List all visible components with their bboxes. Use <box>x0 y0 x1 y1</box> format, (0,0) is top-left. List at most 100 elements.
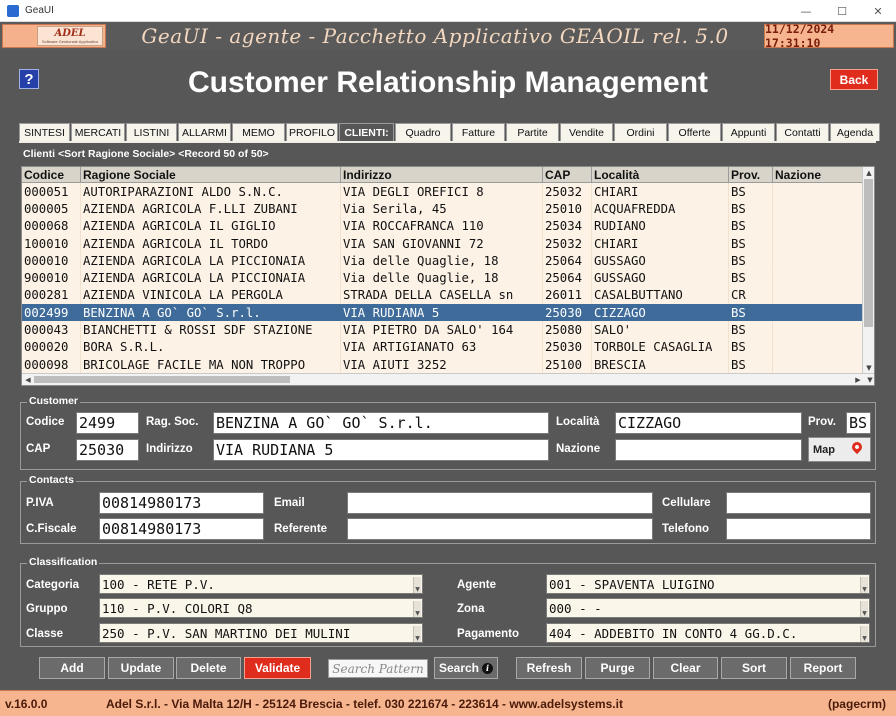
table-row[interactable]: 900010 AZIENDA AGRICOLA LA PICCIONAIA Via … <box>22 269 864 287</box>
search-label: Search <box>438 661 480 675</box>
col-header-cap[interactable]: CAP <box>543 167 592 183</box>
gruppo-select[interactable]: 110 - P.V. COLORI Q8 ▼ <box>99 598 423 618</box>
minimize-icon[interactable]: — <box>788 0 824 22</box>
email-field[interactable] <box>347 492 653 514</box>
tab-profilo[interactable]: PROFILO <box>286 123 338 141</box>
codice-field[interactable]: 2499 <box>76 412 139 434</box>
customer-legend: Customer <box>27 395 81 407</box>
tab-offerte[interactable]: Offerte <box>668 123 721 141</box>
search-pattern-input[interactable]: Search Pattern <box>328 659 428 678</box>
tab-appunti[interactable]: Appunti <box>722 123 775 141</box>
scroll-corner-down-icon[interactable]: ▼ <box>864 374 874 385</box>
categoria-select[interactable]: 100 - RETE P.V. ▼ <box>99 574 423 594</box>
prov-field[interactable]: BS <box>846 412 871 434</box>
col-header-ragione-sociale[interactable]: Ragione Sociale <box>81 167 341 183</box>
table-row[interactable]: 000010 AZIENDA AGRICOLA LA PICCIONAIA Via … <box>22 252 864 270</box>
cfiscale-field[interactable]: 00814980173 <box>99 518 264 540</box>
cell-nazione <box>773 200 864 218</box>
cell-codice: 900010 <box>22 269 81 287</box>
tab-mercati[interactable]: MERCATI <box>71 123 125 141</box>
table-row[interactable]: 000068 AZIENDA AGRICOLA IL GIGLIO VIA ROCC… <box>22 217 864 235</box>
telefono-field[interactable] <box>726 518 871 540</box>
table-row[interactable]: 000281 AZIENDA VINICOLA LA PERGOLA STRADA … <box>22 286 864 305</box>
prov-label: Prov. <box>808 416 836 428</box>
col-header-prov[interactable]: Prov. <box>729 167 773 183</box>
zona-dropdown-icon[interactable]: ▼ <box>860 601 868 617</box>
grid-vertical-scrollbar[interactable]: ▲ ▼ <box>862 167 874 373</box>
tab-vendite[interactable]: Vendite <box>560 123 613 141</box>
purge-button[interactable]: Purge <box>585 657 650 679</box>
cell-nazione <box>773 234 864 253</box>
tab-fatture[interactable]: Fatture <box>452 123 505 141</box>
table-row[interactable]: 002499 BENZINA A GO` GO` S.r.l. VIA RUDIAN… <box>22 304 864 322</box>
scroll-down-icon[interactable]: ▼ <box>863 362 874 373</box>
delete-button[interactable]: Delete <box>176 657 241 679</box>
referente-field[interactable] <box>347 518 653 540</box>
close-icon[interactable]: ✕ <box>860 0 896 22</box>
classification-legend: Classification <box>27 556 100 568</box>
refresh-button[interactable]: Refresh <box>516 657 582 679</box>
cell-prov: BS <box>729 252 773 270</box>
table-row[interactable]: 000043 BIANCHETTI & ROSSI SDF STAZIONE VIA… <box>22 321 864 339</box>
tab-allarmi[interactable]: ALLARMI <box>178 123 231 141</box>
tab-contatti[interactable]: Contatti <box>776 123 829 141</box>
scroll-up-icon[interactable]: ▲ <box>863 167 874 178</box>
agente-select[interactable]: 001 - SPAVENTA LUIGINO ▼ <box>546 574 870 594</box>
tab-underline <box>19 141 876 143</box>
col-header-codice[interactable]: Codice <box>22 167 81 183</box>
update-button[interactable]: Update <box>108 657 174 679</box>
version-label: v.16.0.0 <box>5 697 48 711</box>
maximize-icon[interactable]: ☐ <box>824 0 860 22</box>
add-button[interactable]: Add <box>39 657 105 679</box>
tab-ordini[interactable]: Ordini <box>614 123 667 141</box>
cap-label: CAP <box>26 443 51 455</box>
col-header-localita[interactable]: Località <box>592 167 729 183</box>
pagamento-select[interactable]: 404 - ADDEBITO IN CONTO 4 GG.D.C. ▼ <box>546 623 870 643</box>
table-row[interactable]: 000051 AUTORIPARAZIONI ALDO S.N.C. VIA DEG… <box>22 183 864 201</box>
tab-clienti[interactable]: CLIENTI: <box>339 123 394 141</box>
back-button[interactable]: Back <box>830 69 878 90</box>
table-row[interactable]: 000005 AZIENDA AGRICOLA F.LLI ZUBANI Via S… <box>22 200 864 218</box>
map-button[interactable]: Map <box>808 437 871 462</box>
report-button[interactable]: Report <box>790 657 856 679</box>
tab-quadro[interactable]: Quadro <box>395 123 451 141</box>
sort-button[interactable]: Sort <box>721 657 787 679</box>
zona-select[interactable]: 000 - - ▼ <box>546 598 870 618</box>
pagamento-dropdown-icon[interactable]: ▼ <box>860 626 868 642</box>
localita-field[interactable]: CIZZAGO <box>615 412 802 434</box>
search-button[interactable]: Search i <box>434 657 498 679</box>
tab-sintesi[interactable]: SINTESI <box>19 123 70 141</box>
scroll-left-icon[interactable]: ◀ <box>22 374 34 385</box>
cellulare-field[interactable] <box>726 492 871 514</box>
validate-button[interactable]: Validate <box>244 657 311 679</box>
ragsoc-field[interactable]: BENZINA A GO` GO` S.r.l. <box>213 412 549 434</box>
customer-grid[interactable]: Codice Ragione Sociale Indirizzo CAP Loc… <box>21 166 875 386</box>
scroll-thumb[interactable] <box>864 179 873 327</box>
table-row[interactable]: 000020 BORA S.R.L. VIA ARTIGIANATO 63 25030… <box>22 338 864 356</box>
tab-agenda[interactable]: Agenda <box>830 123 880 141</box>
cell-ragione-sociale: BORA S.R.L. <box>81 338 341 356</box>
table-row[interactable]: 000098 BRICOLAGE FACILE MA NON TROPPO VIA … <box>22 356 864 374</box>
gruppo-dropdown-icon[interactable]: ▼ <box>413 601 421 617</box>
tab-memo[interactable]: MEMO <box>232 123 285 141</box>
table-row[interactable]: 100010 AZIENDA AGRICOLA IL TORDO VIA SAN G… <box>22 234 864 253</box>
cap-field[interactable]: 25030 <box>76 439 139 461</box>
classe-dropdown-icon[interactable]: ▼ <box>413 626 421 642</box>
nazione-field[interactable] <box>615 439 802 461</box>
classe-select[interactable]: 250 - P.V. SAN MARTINO DEI MULINI ▼ <box>99 623 423 643</box>
cell-indirizzo: Via delle Quaglie, 18 <box>341 269 543 287</box>
clear-button[interactable]: Clear <box>653 657 718 679</box>
indirizzo-field[interactable]: VIA RUDIANA 5 <box>213 439 549 461</box>
cell-codice: 000020 <box>22 338 81 356</box>
col-header-nazione[interactable]: Nazione <box>773 167 864 183</box>
cfiscale-label: C.Fiscale <box>26 523 77 535</box>
scroll-thumb-horizontal[interactable] <box>34 376 290 383</box>
grid-horizontal-scrollbar[interactable]: ◀ ▶ ▼ <box>22 373 874 385</box>
tab-partite[interactable]: Partite <box>506 123 559 141</box>
agente-dropdown-icon[interactable]: ▼ <box>860 577 868 593</box>
scroll-right-icon[interactable]: ▶ <box>852 374 864 385</box>
tab-listini[interactable]: LISTINI <box>126 123 177 141</box>
categoria-dropdown-icon[interactable]: ▼ <box>413 577 421 593</box>
piva-field[interactable]: 00814980173 <box>99 492 264 514</box>
col-header-indirizzo[interactable]: Indirizzo <box>341 167 543 183</box>
